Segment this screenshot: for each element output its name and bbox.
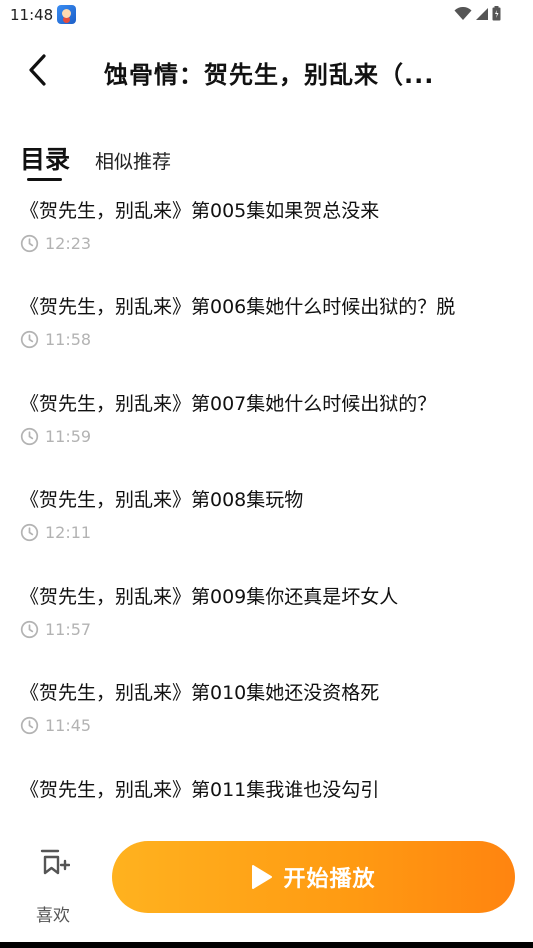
episode-title: 《贺先生，别乱来》第007集她什么时候出狱的？	[20, 393, 437, 415]
episode-title: 《贺先生，别乱来》第008集玩物	[20, 489, 304, 511]
clock-icon	[20, 523, 39, 542]
status-bar: 11:48	[0, 0, 533, 30]
like-button[interactable]: 喜欢	[22, 846, 84, 926]
clock-icon	[20, 620, 39, 639]
clock-icon	[20, 330, 39, 349]
episode-time-text: 11:59	[45, 427, 92, 446]
add-to-list-icon	[40, 849, 70, 875]
clock-icon	[20, 716, 39, 735]
cellular-signal-icon	[476, 7, 488, 20]
status-icons	[454, 6, 501, 21]
episode-title: 《贺先生，别乱来》第010集她还没资格死	[20, 682, 380, 704]
episode-time-text: 11:45	[45, 716, 92, 735]
page-title: 蚀骨情：贺先生，别乱来（...	[104, 61, 435, 89]
episode-item[interactable]: 《贺先生，别乱来》第011集我谁也没勾引	[0, 769, 533, 830]
clock-icon	[20, 427, 39, 446]
header: 蚀骨情：贺先生，别乱来（...	[0, 38, 533, 104]
episode-item[interactable]: 《贺先生，别乱来》第005集如果贺总没来 12:23	[0, 190, 533, 286]
episode-item[interactable]: 《贺先生，别乱来》第009集你还真是坏女人 11:57	[0, 576, 533, 672]
system-navigation-bar	[0, 942, 533, 948]
episode-item[interactable]: 《贺先生，别乱来》第010集她还没资格死 11:45	[0, 672, 533, 768]
episode-title: 《贺先生，别乱来》第009集你还真是坏女人	[20, 586, 399, 608]
episode-time-text: 11:57	[45, 620, 92, 639]
episode-duration: 12:23	[20, 234, 91, 253]
episode-duration: 12:11	[20, 523, 91, 542]
chevron-left-icon	[29, 54, 46, 86]
episode-time-text: 12:11	[45, 523, 92, 542]
wifi-icon	[454, 6, 472, 20]
tab-similar-recommendations[interactable]: 相似推荐	[95, 147, 171, 174]
tab-active-indicator	[27, 178, 62, 181]
status-time: 11:48	[10, 6, 54, 24]
start-play-button[interactable]: 开始播放	[112, 841, 515, 913]
episode-title: 《贺先生，别乱来》第005集如果贺总没来	[20, 200, 380, 222]
episode-title: 《贺先生，别乱来》第006集她什么时候出狱的？脱	[20, 296, 456, 318]
tab-catalog[interactable]: 目录	[20, 140, 70, 176]
episode-title: 《贺先生，别乱来》第011集我谁也没勾引	[20, 779, 380, 801]
like-label: 喜欢	[36, 906, 70, 926]
episode-duration: 11:45	[20, 716, 91, 735]
episode-duration: 11:59	[20, 427, 91, 446]
episode-time-text: 12:23	[45, 234, 92, 253]
episode-item[interactable]: 《贺先生，别乱来》第007集她什么时候出狱的？ 11:59	[0, 383, 533, 479]
episode-time-text: 11:58	[45, 330, 92, 349]
cartoon-avatar-icon	[57, 5, 76, 24]
episode-list[interactable]: 《贺先生，别乱来》第005集如果贺总没来 12:23 《贺先生，别乱来》第006…	[0, 190, 533, 830]
bottom-action-bar: 喜欢 开始播放	[0, 832, 533, 932]
start-play-label: 开始播放	[283, 867, 376, 892]
episode-item[interactable]: 《贺先生，别乱来》第006集她什么时候出狱的？脱 11:58	[0, 286, 533, 382]
play-icon	[252, 865, 273, 889]
clock-icon	[20, 234, 39, 253]
episode-duration: 11:57	[20, 620, 91, 639]
episode-duration: 11:58	[20, 330, 91, 349]
battery-icon	[492, 6, 501, 21]
tab-bar: 目录 相似推荐	[0, 140, 533, 184]
back-button[interactable]	[20, 50, 60, 90]
episode-item[interactable]: 《贺先生，别乱来》第008集玩物 12:11	[0, 479, 533, 575]
